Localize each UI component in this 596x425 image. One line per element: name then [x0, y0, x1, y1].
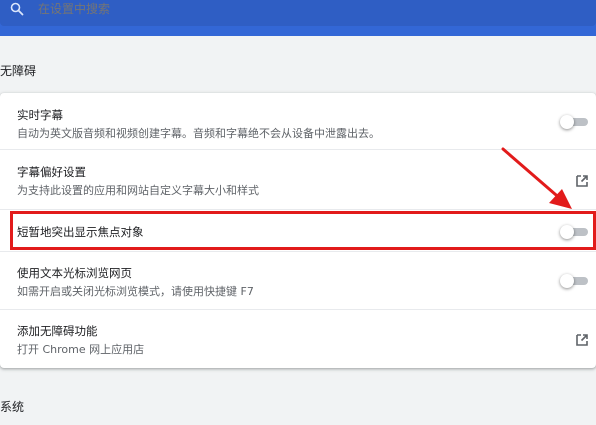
section-title-accessibility: 无障碍 — [0, 64, 37, 78]
row-title: 短暂地突出显示焦点对象 — [17, 225, 144, 239]
external-link-icon[interactable] — [574, 332, 590, 348]
row-subtitle: 打开 Chrome 网上应用店 — [17, 343, 145, 356]
toggle-knob — [560, 274, 574, 288]
section-title-system: 系统 — [0, 400, 25, 414]
row-add-accessibility-features[interactable]: 添加无障碍功能 打开 Chrome 网上应用店 — [0, 309, 596, 368]
accessibility-card: 实时字幕 自动为英文版音频和视频创建字幕。音频和字幕绝不会从设备中泄露出去。 字… — [0, 93, 596, 368]
toggle-knob — [560, 115, 574, 129]
row-title: 字幕偏好设置 — [17, 165, 86, 179]
row-caption-preferences[interactable]: 字幕偏好设置 为支持此设置的应用和网站自定义字幕大小和样式 — [0, 149, 596, 209]
row-title: 实时字幕 — [17, 108, 63, 122]
row-subtitle: 为支持此设置的应用和网站自定义字幕大小和样式 — [17, 184, 259, 197]
row-subtitle: 如需开启或关闭光标浏览模式，请使用快捷键 F7 — [17, 285, 254, 298]
row-subtitle: 自动为英文版音频和视频创建字幕。音频和字幕绝不会从设备中泄露出去。 — [17, 127, 380, 140]
search-icon — [10, 2, 24, 16]
focus-highlight-toggle[interactable] — [560, 225, 588, 239]
search-input[interactable] — [38, 0, 538, 18]
external-link-icon[interactable] — [574, 173, 590, 189]
toggle-knob — [560, 225, 574, 239]
caret-browsing-toggle[interactable] — [560, 274, 588, 288]
search-bar[interactable] — [0, 0, 596, 26]
row-title: 使用文本光标浏览网页 — [17, 266, 132, 280]
row-focus-highlight[interactable]: 短暂地突出显示焦点对象 — [0, 209, 596, 251]
row-caret-browsing[interactable]: 使用文本光标浏览网页 如需开启或关闭光标浏览模式，请使用快捷键 F7 — [0, 251, 596, 309]
live-caption-toggle[interactable] — [560, 115, 588, 129]
row-live-caption[interactable]: 实时字幕 自动为英文版音频和视频创建字幕。音频和字幕绝不会从设备中泄露出去。 — [0, 93, 596, 149]
row-title: 添加无障碍功能 — [17, 324, 98, 338]
